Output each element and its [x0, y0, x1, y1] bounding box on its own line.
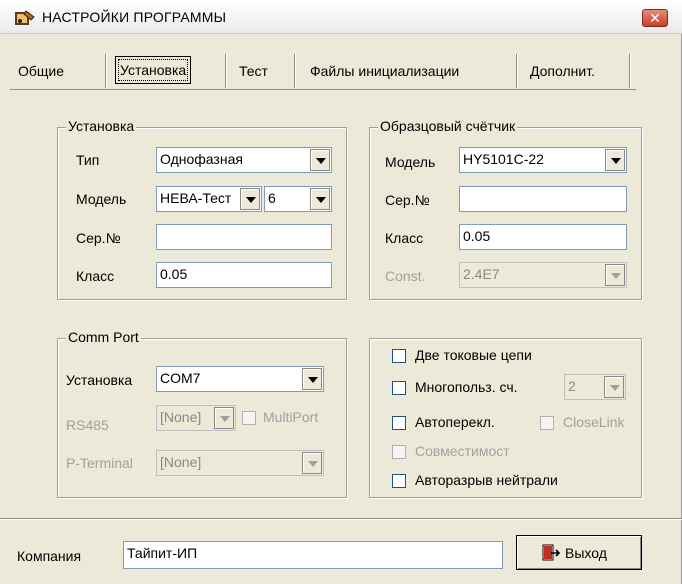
- type-select-value: Однофазная: [160, 151, 243, 167]
- class-label: Класс: [76, 268, 115, 284]
- closelink-label: CloseLink: [563, 414, 625, 430]
- tab-additional[interactable]: Дополнит.: [526, 58, 599, 84]
- multi-user-label: Многопольз. сч.: [415, 379, 518, 395]
- tab-installation[interactable]: Установка: [115, 56, 192, 84]
- tab-separator: [294, 54, 295, 88]
- auto-break-checkbox[interactable]: [392, 474, 406, 488]
- chevron-down-icon[interactable]: [302, 368, 322, 390]
- close-button[interactable]: ✕: [642, 9, 668, 27]
- multi-user-select: 2: [564, 374, 626, 400]
- exit-door-icon: [542, 544, 561, 561]
- model-number-value: 6: [268, 190, 276, 206]
- com-port-value: COM7: [160, 370, 201, 386]
- ref-model-select[interactable]: HY5101C-22: [459, 147, 627, 173]
- type-select[interactable]: Однофазная: [156, 147, 332, 173]
- company-input[interactable]: Тайпит-ИП: [123, 541, 503, 569]
- serial-label: Сер.№: [76, 230, 121, 246]
- auto-switch-label: Автоперекл.: [415, 414, 495, 430]
- chevron-down-icon: [214, 407, 234, 429]
- rs485-select: [None]: [156, 405, 236, 431]
- tab-separator: [225, 54, 226, 88]
- tab-baseline: [10, 89, 636, 90]
- ref-serial-input[interactable]: [459, 186, 627, 212]
- ref-const-label: Const.: [385, 268, 426, 284]
- compatibility-checkbox: [392, 445, 406, 459]
- two-current-checkbox[interactable]: [392, 349, 406, 363]
- multiport-checkbox: [242, 411, 256, 425]
- ref-const-value: 2.4E7: [463, 266, 500, 282]
- ref-class-label: Класс: [385, 230, 424, 246]
- tab-separator: [516, 54, 517, 88]
- model-select-value: НЕВА-Тест: [160, 190, 232, 206]
- tab-separator: [629, 54, 630, 88]
- pterminal-select: [None]: [156, 450, 324, 476]
- pterminal-label: P-Terminal: [66, 455, 133, 471]
- multiport-label: MultiPort: [263, 409, 319, 425]
- chevron-down-icon[interactable]: [310, 188, 330, 210]
- com-port-select[interactable]: COM7: [156, 366, 324, 392]
- close-icon: ✕: [649, 10, 661, 26]
- two-current-label: Две токовые цепи: [415, 347, 532, 363]
- compatibility-label: Совместимост: [415, 443, 510, 459]
- tab-separator: [105, 54, 106, 88]
- model-number-select[interactable]: 6: [264, 186, 332, 212]
- chevron-down-icon[interactable]: [240, 188, 260, 210]
- footer-divider: [0, 518, 682, 519]
- tab-general[interactable]: Общие: [14, 58, 68, 84]
- rs485-label: RS485: [66, 417, 109, 433]
- port-install-label: Установка: [66, 372, 133, 388]
- pterminal-value: [None]: [160, 454, 202, 470]
- ref-model-value: HY5101C-22: [463, 151, 544, 167]
- model-select[interactable]: НЕВА-Тест: [156, 186, 262, 212]
- ref-const-select: 2.4E7: [459, 262, 627, 288]
- window-title: НАСТРОЙКИ ПРОГРАММЫ: [42, 9, 227, 25]
- reference-meter-group-title: Образцовый счётчик: [378, 118, 518, 134]
- closelink-checkbox: [540, 416, 554, 430]
- multi-user-value: 2: [568, 378, 576, 394]
- tab-init-files[interactable]: Файлы инициализации: [306, 58, 463, 84]
- exit-button[interactable]: Выход: [516, 535, 642, 570]
- tab-strip: Общие Установка Тест Файлы инициализации…: [10, 50, 630, 90]
- chevron-down-icon: [605, 264, 625, 286]
- ref-model-label: Модель: [385, 154, 436, 170]
- installation-group-title: Установка: [66, 118, 137, 134]
- class-input[interactable]: 0.05: [156, 262, 332, 288]
- chevron-down-icon: [604, 376, 624, 398]
- type-label: Тип: [76, 152, 100, 168]
- title-bar[interactable]: НАСТРОЙКИ ПРОГРАММЫ ✕: [0, 0, 682, 34]
- company-label: Компания: [17, 548, 82, 564]
- chevron-down-icon: [302, 452, 322, 474]
- comm-port-group-title: Comm Port: [66, 329, 141, 345]
- settings-window: НАСТРОЙКИ ПРОГРАММЫ ✕ Общие Установка Те…: [0, 0, 682, 584]
- multi-user-checkbox[interactable]: [392, 381, 406, 395]
- chevron-down-icon[interactable]: [310, 149, 330, 171]
- auto-switch-checkbox[interactable]: [392, 416, 406, 430]
- chevron-down-icon[interactable]: [605, 149, 625, 171]
- rs485-value: [None]: [160, 409, 202, 425]
- ref-class-input[interactable]: 0.05: [459, 224, 627, 250]
- model-label: Модель: [76, 191, 127, 207]
- auto-break-label: Авторазрыв нейтрали: [415, 472, 558, 488]
- settings-app-icon: [15, 10, 35, 25]
- ref-serial-label: Сер.№: [385, 192, 430, 208]
- tab-test[interactable]: Тест: [235, 58, 272, 84]
- serial-input[interactable]: [156, 224, 332, 250]
- exit-button-label: Выход: [565, 545, 607, 561]
